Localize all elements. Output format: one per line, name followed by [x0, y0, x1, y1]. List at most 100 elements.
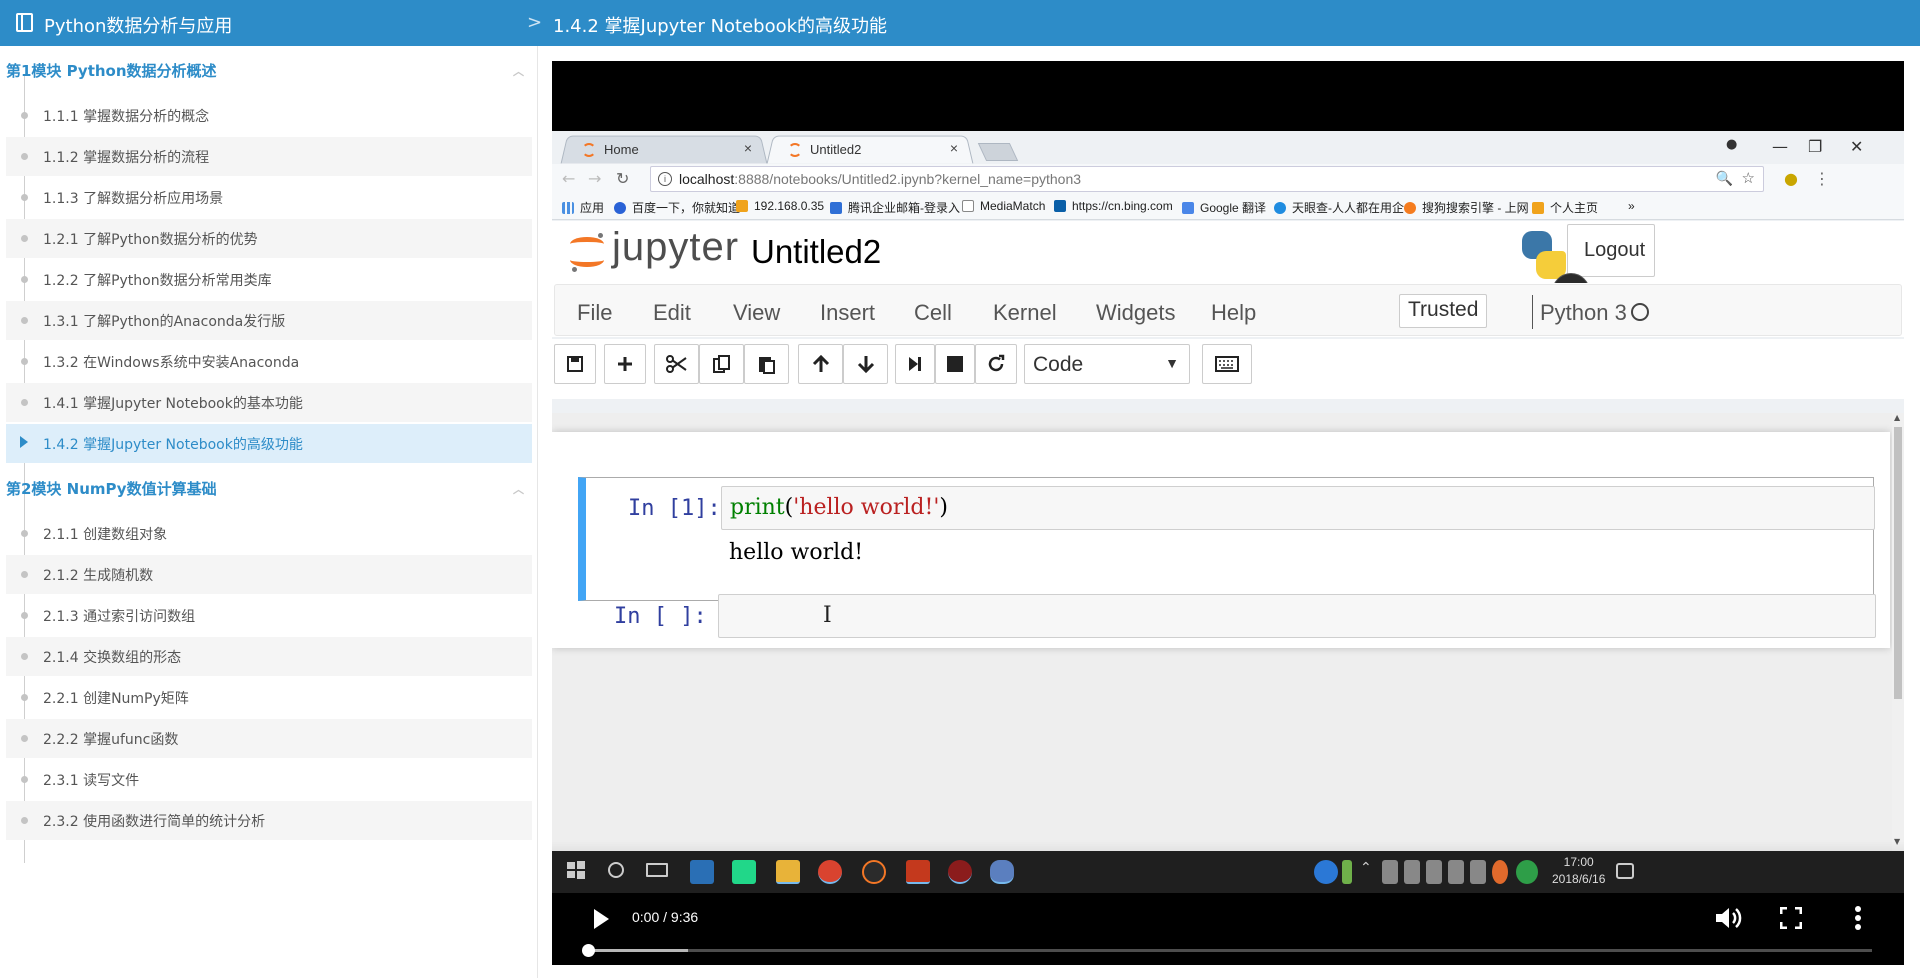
- lesson-item[interactable]: 2.1.3 通过索引访问数组: [6, 596, 532, 635]
- lesson-item[interactable]: 1.2.1 了解Python数据分析的优势: [6, 219, 532, 258]
- menu-widgets[interactable]: Widgets: [1096, 300, 1175, 326]
- menu-help[interactable]: Help: [1211, 300, 1256, 326]
- cut-button[interactable]: [654, 344, 699, 384]
- close-tab-icon[interactable]: ×: [950, 140, 958, 156]
- move-up-button[interactable]: [798, 344, 843, 384]
- bookmark-ip[interactable]: 192.168.0.35: [736, 199, 824, 213]
- address-bar[interactable]: i localhost:8888/notebooks/Untitled2.ipy…: [650, 166, 1764, 192]
- zoom-icon[interactable]: 🔍: [1716, 170, 1733, 187]
- menu-view[interactable]: View: [733, 300, 780, 326]
- lesson-item[interactable]: 1.1.1 掌握数据分析的概念: [6, 96, 532, 135]
- jupyter-favicon-icon: [582, 143, 596, 157]
- logout-button[interactable]: Logout: [1567, 224, 1655, 277]
- lesson-item[interactable]: 1.3.1 了解Python的Anaconda发行版: [6, 301, 532, 340]
- collapse-icon[interactable]: ︿: [513, 63, 524, 79]
- bookmarks-more[interactable]: »: [1628, 199, 1635, 213]
- buffered-bar: [588, 949, 688, 952]
- bookmark-google-translate[interactable]: Google 翻译: [1182, 199, 1266, 216]
- play-icon[interactable]: [594, 909, 609, 929]
- lesson-item[interactable]: 1.4.1 掌握Jupyter Notebook的基本功能: [6, 383, 532, 422]
- scroll-thumb[interactable]: [1894, 427, 1902, 699]
- lesson-item[interactable]: 2.2.2 掌握ufunc函数: [6, 719, 532, 758]
- window-close-button[interactable]: ✕: [1850, 137, 1863, 156]
- notebook-scrollbar[interactable]: ▲ ▼: [1892, 413, 1904, 851]
- tab-untitled2[interactable]: Untitled2 ×: [766, 135, 974, 164]
- book-icon: [16, 13, 33, 32]
- course-title[interactable]: Python数据分析与应用: [44, 12, 232, 38]
- forward-arrow-icon[interactable]: →: [588, 169, 601, 188]
- profile-icon[interactable]: ●: [1726, 137, 1737, 152]
- code-cell-selected[interactable]: In [1]: print('hello world!') hello worl…: [578, 477, 1875, 601]
- menu-insert[interactable]: Insert: [820, 300, 875, 326]
- extension-icon[interactable]: ●: [1784, 169, 1798, 188]
- run-button[interactable]: [895, 344, 935, 384]
- new-tab-button[interactable]: [977, 143, 1019, 161]
- star-icon[interactable]: ☆: [1742, 169, 1755, 187]
- lesson-item[interactable]: 2.1.4 交换数组的形态: [6, 637, 532, 676]
- cortana-icon: [608, 862, 624, 878]
- tab-home[interactable]: Home ×: [560, 135, 768, 164]
- lesson-item[interactable]: 2.1.1 创建数组对象: [6, 514, 532, 553]
- notebook-name[interactable]: Untitled2: [751, 233, 881, 271]
- jupyter-wordmark[interactable]: jupyter: [612, 225, 739, 270]
- lesson-item[interactable]: 2.1.2 生成随机数: [6, 555, 532, 594]
- bookmark-apps[interactable]: 应用: [562, 199, 604, 216]
- back-arrow-icon[interactable]: ←: [562, 169, 575, 188]
- menu-kebab-icon[interactable]: ⋮: [1814, 169, 1830, 188]
- translate-icon: [1182, 202, 1194, 214]
- progress-knob[interactable]: [582, 944, 595, 957]
- minimize-button[interactable]: —: [1772, 137, 1788, 156]
- bookmark-tianyancha[interactable]: 天眼查-人人都在用企: [1274, 199, 1404, 216]
- info-icon[interactable]: i: [658, 172, 672, 186]
- bookmark-bing[interactable]: https://cn.bing.com: [1054, 199, 1173, 213]
- video-progress-bar[interactable]: [582, 944, 1872, 957]
- code-input[interactable]: print('hello world!'): [721, 486, 1875, 530]
- maximize-button[interactable]: ❐: [1808, 137, 1822, 156]
- lesson-item[interactable]: 2.3.2 使用函数进行简单的统计分析: [6, 801, 532, 840]
- menu-cell[interactable]: Cell: [914, 300, 952, 326]
- notification-icon: [1616, 863, 1634, 879]
- lesson-item[interactable]: 2.3.1 读写文件: [6, 760, 532, 799]
- module-2[interactable]: 第2模块 NumPy数值计算基础 ︿: [6, 473, 532, 503]
- dot-icon: [21, 530, 28, 537]
- reload-icon[interactable]: ↻: [616, 169, 629, 188]
- volume-icon[interactable]: [1714, 905, 1742, 931]
- fullscreen-icon[interactable]: [1780, 907, 1802, 929]
- command-palette-button[interactable]: [1202, 344, 1252, 384]
- close-tab-icon[interactable]: ×: [744, 140, 752, 156]
- lesson-item[interactable]: 1.2.2 了解Python数据分析常用类库: [6, 260, 532, 299]
- lesson-item[interactable]: 1.1.3 了解数据分析应用场景: [6, 178, 532, 217]
- bookmark-mediamatch[interactable]: MediaMatch: [962, 199, 1045, 213]
- menu-edit[interactable]: Edit: [653, 300, 691, 326]
- more-options-icon[interactable]: [1854, 905, 1862, 931]
- bookmark-tencent-mail[interactable]: 腾讯企业邮箱-登录入: [830, 199, 960, 216]
- lesson-item[interactable]: 1.3.2 在Windows系统中安装Anaconda: [6, 342, 532, 381]
- trusted-badge[interactable]: Trusted: [1399, 294, 1488, 328]
- copy-button[interactable]: [699, 344, 744, 384]
- collapse-icon[interactable]: ︿: [513, 481, 524, 497]
- file-explorer-icon: [776, 860, 800, 884]
- lesson-item[interactable]: 1.1.2 掌握数据分析的流程: [6, 137, 532, 176]
- bookmark-sogou[interactable]: 搜狗搜索引擎 - 上网: [1404, 199, 1529, 216]
- restart-button[interactable]: [975, 344, 1017, 384]
- bookmark-baidu[interactable]: 百度一下，你就知道: [614, 199, 740, 216]
- move-down-button[interactable]: [843, 344, 888, 384]
- menu-file[interactable]: File: [577, 300, 612, 326]
- video-player[interactable]: Home × Untitled2 × ● — ❐ ✕ ← → ↻ i local…: [552, 61, 1904, 965]
- lesson-item-active[interactable]: 1.4.2 掌握Jupyter Notebook的高级功能: [6, 424, 532, 463]
- lesson-item[interactable]: 2.2.1 创建NumPy矩阵: [6, 678, 532, 717]
- interrupt-button[interactable]: [935, 344, 975, 384]
- insert-cell-button[interactable]: [604, 344, 646, 384]
- save-button[interactable]: [554, 344, 596, 384]
- scroll-up-icon[interactable]: ▲: [1894, 413, 1900, 422]
- jupyter-logo-icon[interactable]: [568, 231, 606, 273]
- paste-button[interactable]: [744, 344, 789, 384]
- menu-kernel[interactable]: Kernel: [993, 300, 1057, 326]
- kernel-status-icon: [1631, 303, 1649, 321]
- cell-type-select[interactable]: Code ▼: [1024, 344, 1190, 384]
- code-input-empty[interactable]: I: [718, 594, 1876, 638]
- bookmark-personal[interactable]: 个人主页: [1532, 199, 1598, 216]
- module-1[interactable]: 第1模块 Python数据分析概述 ︿: [6, 55, 532, 85]
- jupyter-header: jupyter Untitled2 Logout 03:36: [552, 221, 1904, 311]
- kernel-name[interactable]: Python 3: [1540, 300, 1627, 326]
